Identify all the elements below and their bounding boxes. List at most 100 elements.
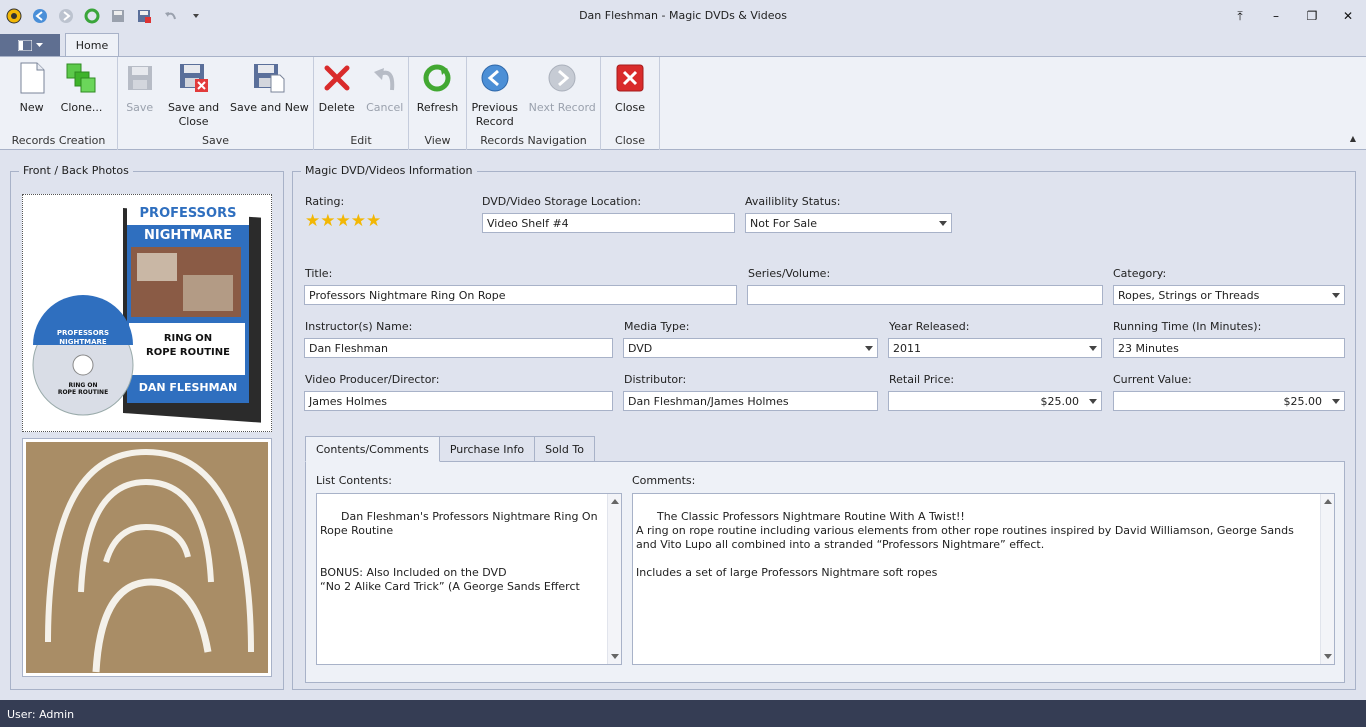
new-document-icon xyxy=(15,61,49,95)
collapse-ribbon-button[interactable]: ▲ xyxy=(1350,134,1356,143)
comments-scrollbar[interactable] xyxy=(1320,494,1334,664)
scroll-up-icon[interactable] xyxy=(611,499,619,504)
chevron-down-icon xyxy=(1332,293,1340,298)
app-menu-icon xyxy=(17,39,32,51)
refresh-arrows-icon xyxy=(420,61,454,95)
star-icon[interactable]: ★ xyxy=(320,212,335,230)
minimize-button[interactable]: – xyxy=(1258,4,1294,28)
star-icon[interactable]: ★ xyxy=(336,212,351,230)
save-new-disk-icon xyxy=(252,61,286,95)
producer-label: Video Producer/Director: xyxy=(305,373,440,386)
title-label: Title: xyxy=(305,267,333,280)
group-label-records-navigation: Records Navigation xyxy=(480,134,587,147)
info-panel-title: Magic DVD/Videos Information xyxy=(301,164,477,177)
media-label: Media Type: xyxy=(624,320,690,333)
dvd-author: DAN FLESHMAN xyxy=(139,381,238,394)
group-label-close: Close xyxy=(615,134,645,147)
availability-label: Availiblity Status: xyxy=(745,195,841,208)
ribbon-tab-row: Home xyxy=(0,32,1366,57)
back-photo[interactable] xyxy=(22,438,272,677)
retail-price-field[interactable]: $25.00 xyxy=(888,391,1102,411)
group-view: Refresh View xyxy=(409,57,467,150)
group-label-save: Save xyxy=(201,134,229,147)
list-contents-scrollbar[interactable] xyxy=(607,494,621,664)
refresh-button[interactable]: Refresh xyxy=(412,61,464,115)
photos-panel-title: Front / Back Photos xyxy=(19,164,133,177)
group-label-edit: Edit xyxy=(350,134,372,147)
runtime-field[interactable]: 23 Minutes xyxy=(1113,338,1345,358)
disc-subtitle-line-2: ROPE ROUTINE xyxy=(58,389,108,396)
runtime-label: Running Time (In Minutes): xyxy=(1113,320,1262,333)
star-icon[interactable]: ★ xyxy=(351,212,366,230)
category-select[interactable]: Ropes, Strings or Threads xyxy=(1113,285,1345,305)
close-red-icon xyxy=(613,61,647,95)
maximize-button[interactable]: ❐ xyxy=(1294,4,1330,28)
new-button[interactable]: New xyxy=(10,61,54,115)
title-field[interactable]: Professors Nightmare Ring On Rope xyxy=(304,285,737,305)
window-title: Dan Fleshman - Magic DVDs & Videos xyxy=(579,9,787,22)
dvd-subtitle-line-2: ROPE ROUTINE xyxy=(146,347,230,358)
save-and-new-button[interactable]: Save and New xyxy=(226,61,313,129)
delete-x-icon xyxy=(320,61,354,95)
instructor-field[interactable]: Dan Fleshman xyxy=(304,338,613,358)
disc-subtitle-line-1: RING ON xyxy=(68,382,97,389)
category-label: Category: xyxy=(1113,267,1167,280)
dvd-title-line-1: PROFESSORS xyxy=(140,206,237,221)
window-controls: ⤒ – ❐ ✕ xyxy=(1222,4,1366,28)
info-panel: Magic DVD/Videos Information Rating: ★ ★… xyxy=(292,164,1356,690)
clone-button[interactable]: Clone... xyxy=(56,61,108,115)
star-icon[interactable]: ★ xyxy=(366,212,381,230)
tab-contents-comments[interactable]: Contents/Comments xyxy=(305,436,440,462)
next-record-button[interactable]: Next Record xyxy=(524,61,600,129)
title-bar: Dan Fleshman - Magic DVDs & Videos ⤒ – ❐… xyxy=(0,0,1366,32)
save-and-close-button[interactable]: Save and Close xyxy=(163,61,223,129)
scroll-up-icon[interactable] xyxy=(1324,499,1332,504)
current-value-field[interactable]: $25.00 xyxy=(1113,391,1345,411)
current-value-label: Current Value: xyxy=(1113,373,1192,386)
save-disk-icon xyxy=(123,61,157,95)
undo-arrow-icon xyxy=(368,61,402,95)
list-contents-memo[interactable]: Dan Fleshman's Professors Nightmare Ring… xyxy=(316,493,622,665)
availability-select[interactable]: Not For Sale xyxy=(745,213,952,233)
retail-label: Retail Price: xyxy=(889,373,955,386)
tab-purchase-info[interactable]: Purchase Info xyxy=(438,436,536,462)
close-button[interactable]: Close xyxy=(608,61,652,115)
group-records-navigation: Previous Record Next Record Records Navi… xyxy=(467,57,601,150)
year-select[interactable]: 2011 xyxy=(888,338,1102,358)
app-menu-button[interactable] xyxy=(0,34,60,56)
ribbon: New Clone... Records Creation Save Save … xyxy=(0,56,1366,150)
disc-title-line-2: NIGHTMARE xyxy=(59,338,107,346)
storage-field[interactable]: Video Shelf #4 xyxy=(482,213,735,233)
producer-field[interactable]: James Holmes xyxy=(304,391,613,411)
star-icon[interactable]: ★ xyxy=(305,212,320,230)
distributor-field[interactable]: Dan Fleshman/James Holmes xyxy=(623,391,878,411)
storage-label: DVD/Video Storage Location: xyxy=(482,195,642,208)
dvd-case-image: PROFESSORS NIGHTMARE RING ON ROPE ROUTIN… xyxy=(32,203,261,423)
previous-record-button[interactable]: Previous Record xyxy=(467,61,522,129)
arrow-right-circle-icon xyxy=(545,61,579,95)
group-edit: Delete Cancel Edit xyxy=(314,57,409,150)
series-field[interactable] xyxy=(747,285,1103,305)
tab-sold-to[interactable]: Sold To xyxy=(534,436,595,462)
ribbon-display-button[interactable]: ⤒ xyxy=(1222,4,1258,28)
rating-stars[interactable]: ★ ★ ★ ★ ★ xyxy=(305,212,381,230)
chevron-down-icon xyxy=(1332,399,1340,404)
distributor-label: Distributor: xyxy=(624,373,687,386)
group-label-view: View xyxy=(424,134,451,147)
status-user: User: Admin xyxy=(7,708,75,721)
scroll-down-icon[interactable] xyxy=(1324,654,1332,659)
chevron-down-icon xyxy=(1089,399,1097,404)
delete-button[interactable]: Delete xyxy=(314,61,359,115)
rating-label: Rating: xyxy=(305,195,345,208)
tab-home[interactable]: Home xyxy=(65,33,119,57)
close-window-button[interactable]: ✕ xyxy=(1330,4,1366,28)
cancel-button[interactable]: Cancel xyxy=(361,61,408,115)
save-button[interactable]: Save xyxy=(118,61,161,129)
scroll-down-icon[interactable] xyxy=(611,654,619,659)
comments-memo[interactable]: The Classic Professors Nightmare Routine… xyxy=(632,493,1335,665)
front-photo[interactable]: PROFESSORS NIGHTMARE RING ON ROPE ROUTIN… xyxy=(22,194,272,432)
year-label: Year Released: xyxy=(889,320,970,333)
media-select[interactable]: DVD xyxy=(623,338,878,358)
status-bar: User: Admin xyxy=(0,700,1366,727)
disc-title-line-1: PROFESSORS xyxy=(57,329,109,337)
